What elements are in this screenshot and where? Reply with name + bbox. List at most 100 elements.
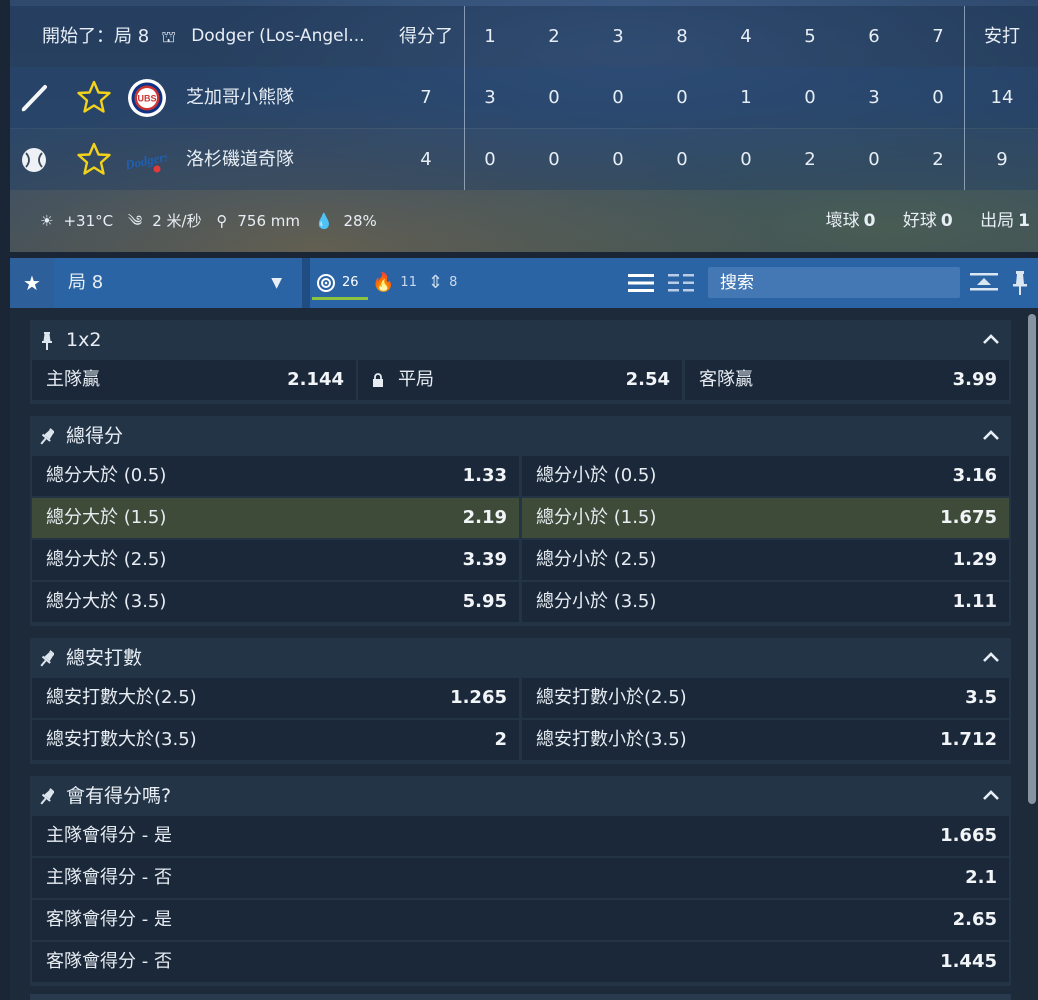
list-view-icon[interactable] (628, 272, 654, 294)
odds-label: 總分小於 (1.5) (536, 507, 657, 528)
odds-label: 總分大於 (0.5) (46, 465, 167, 486)
scrollbar-thumb[interactable] (1028, 314, 1036, 804)
two-column-view-icon[interactable] (668, 272, 694, 294)
odds-value: 2 (494, 729, 507, 750)
chevron-up-icon[interactable] (981, 650, 1001, 664)
pin-icon[interactable] (40, 332, 54, 350)
odds-button[interactable]: 主隊會得分 - 否 2.1 (32, 858, 1009, 898)
market-header[interactable]: 1x2 (30, 320, 1011, 360)
market-1x2: 1x2 主隊贏 2.144 平局 2.54 客隊贏 3.99 (30, 320, 1011, 404)
chevron-up-icon[interactable] (981, 788, 1001, 802)
chevron-up-icon[interactable] (981, 428, 1001, 442)
odds-row: 主隊會得分 - 是 1.665 (30, 816, 1011, 858)
home-team-row: UBS 芝加哥小熊隊 7 3 0 0 0 1 0 3 0 14 (10, 67, 1038, 128)
market-toolbar: ★ 局 8 ▼ 26 🔥 11 ⇕ 8 (10, 258, 1038, 308)
odds-label: 主隊會得分 - 是 (46, 825, 172, 846)
pin-icon[interactable] (40, 788, 54, 806)
match-name: Dodger (Los-Angel... (191, 26, 365, 46)
lock-icon (373, 373, 383, 387)
odds-button[interactable]: 總安打數大於(3.5) 2 (32, 720, 519, 760)
odds-button[interactable]: 客隊贏 3.99 (685, 360, 1009, 400)
collapse-all-icon[interactable] (970, 271, 998, 295)
away-inning-score: 0 (612, 149, 624, 170)
home-inning-score: 0 (804, 87, 816, 108)
home-inning-score: 0 (676, 87, 688, 108)
odds-button[interactable]: 總分小於 (2.5) 1.29 (522, 540, 1009, 580)
odds-button-highlighted[interactable]: 總分小於 (1.5) 1.675 (522, 498, 1009, 538)
inning-header: 5 (804, 26, 816, 47)
balls-count: 0 (863, 211, 876, 231)
home-hits: 14 (990, 87, 1014, 108)
odds-button[interactable]: 總分小於 (0.5) 3.16 (522, 456, 1009, 496)
odds-button[interactable]: 總安打數小於(2.5) 3.5 (522, 678, 1009, 718)
home-inning-score: 0 (548, 87, 560, 108)
pin-icon[interactable] (1012, 270, 1028, 296)
pin-icon[interactable] (40, 428, 54, 446)
odds-button[interactable]: 主隊會得分 - 是 1.665 (32, 816, 1009, 856)
bat-icon (21, 85, 47, 112)
next-market-header[interactable] (30, 994, 1011, 1000)
chevron-up-icon[interactable] (981, 332, 1001, 346)
odds-label: 客隊會得分 - 否 (46, 951, 172, 972)
pressure-icon: ⚲ (216, 212, 228, 230)
market-header[interactable]: 總安打數 (30, 638, 1011, 678)
market-title: 總得分 (66, 425, 124, 447)
match-title: 開始了：局 8 ⛫ Dodger (Los-Angel... (42, 6, 365, 67)
odds-value: 3.5 (965, 687, 997, 708)
active-filter-indicator (312, 297, 368, 300)
away-team-name: 洛杉磯道奇隊 (186, 149, 294, 170)
odds-label: 總分大於 (3.5) (46, 591, 167, 612)
favorite-star-icon[interactable] (76, 141, 112, 177)
odds-label: 主隊贏 (46, 369, 100, 390)
odds-button-highlighted[interactable]: 總分大於 (1.5) 2.19 (32, 498, 519, 538)
odds-button[interactable]: 總安打數小於(3.5) 1.712 (522, 720, 1009, 760)
odds-button[interactable]: 總安打數大於(2.5) 1.265 (32, 678, 519, 718)
filter-hot-markets[interactable]: 🔥 11 (372, 258, 417, 308)
odds-button[interactable]: 客隊會得分 - 是 2.65 (32, 900, 1009, 940)
away-inning-score: 0 (548, 149, 560, 170)
target-icon (317, 274, 335, 292)
favorites-star-button[interactable]: ★ (10, 258, 54, 308)
odds-button[interactable]: 總分大於 (3.5) 5.95 (32, 582, 519, 622)
home-inning-score: 3 (868, 87, 880, 108)
stadium-icon: ⛫ (161, 27, 176, 46)
home-team-name: 芝加哥小熊隊 (186, 87, 294, 108)
outs-count: 1 (1018, 211, 1030, 231)
strikes-label: 好球 (902, 211, 937, 231)
inning-select[interactable]: 局 8 ▼ (54, 258, 302, 308)
odds-button[interactable]: 總分大於 (2.5) 3.39 (32, 540, 519, 580)
odds-value: 1.665 (940, 825, 997, 846)
odds-button-locked[interactable]: 平局 2.54 (358, 360, 682, 400)
odds-button[interactable]: 客隊會得分 - 否 1.445 (32, 942, 1009, 982)
odds-label: 總分小於 (3.5) (536, 591, 657, 612)
weather-bar: ☀ +31°C ༄ 2 米/秒 ⚲ 756 mm 💧 28% (40, 196, 387, 246)
odds-label: 總分大於 (2.5) (46, 549, 167, 570)
strikes-count: 0 (940, 211, 953, 231)
scrollbar[interactable] (1026, 308, 1038, 1000)
temperature: +31°C (63, 212, 114, 230)
odds-label: 主隊會得分 - 否 (46, 867, 172, 888)
odds-row: 總安打數大於(2.5) 1.265 總安打數小於(2.5) 3.5 (30, 678, 1011, 720)
odds-row: 主隊會得分 - 否 2.1 (30, 858, 1011, 900)
odds-value: 3.99 (952, 369, 997, 390)
pin-icon[interactable] (40, 650, 54, 668)
odds-row: 主隊贏 2.144 平局 2.54 客隊贏 3.99 (30, 360, 1011, 402)
favorite-star-icon[interactable] (76, 79, 112, 115)
outs-label: 出局 (980, 211, 1015, 231)
filter-all-markets[interactable]: 26 (316, 258, 359, 308)
odds-value: 1.11 (952, 591, 997, 612)
market-will-score: 會有得分嗎? 主隊會得分 - 是 1.665 主隊會得分 - 否 2.1 客隊會得分… (30, 776, 1011, 986)
market-header[interactable]: 總得分 (30, 416, 1011, 456)
home-inning-score: 0 (932, 87, 944, 108)
filter-sort[interactable]: ⇕ 8 (428, 258, 457, 308)
market-header[interactable]: 會有得分嗎? (30, 776, 1011, 816)
away-hits: 9 (996, 149, 1008, 170)
inning-header: 3 (612, 26, 624, 47)
filter-all-count: 26 (342, 275, 359, 290)
chevron-down-icon: ▼ (271, 275, 282, 291)
odds-button[interactable]: 總分大於 (0.5) 1.33 (32, 456, 519, 496)
odds-button[interactable]: 主隊贏 2.144 (32, 360, 356, 400)
inning-header: 4 (740, 26, 752, 47)
search-input[interactable] (708, 267, 960, 298)
odds-button[interactable]: 總分小於 (3.5) 1.11 (522, 582, 1009, 622)
